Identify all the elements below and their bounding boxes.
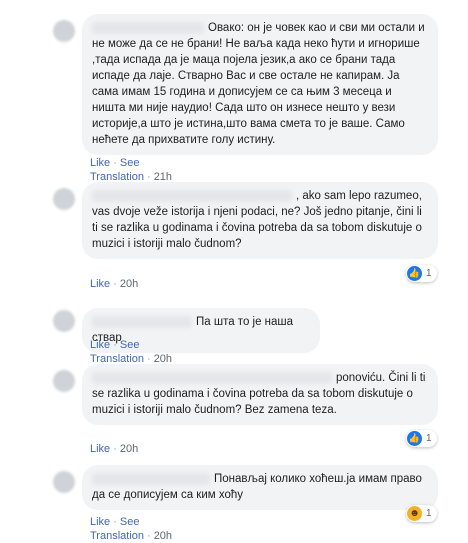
comment-actions: Like · See Translation · 20h (90, 338, 172, 366)
avatar[interactable] (53, 188, 75, 210)
avatar[interactable] (53, 370, 75, 392)
reaction-summary[interactable]: 👍 1 (406, 430, 437, 447)
avatar[interactable] (53, 310, 75, 332)
author-name-redacted[interactable] (92, 315, 192, 328)
reaction-count: 1 (426, 268, 432, 279)
haha-reaction-icon: ☻ (407, 506, 422, 521)
separator: · (113, 278, 117, 290)
like-link[interactable]: Like (90, 157, 110, 169)
reaction-count: 1 (426, 508, 432, 519)
author-name-redacted[interactable] (92, 371, 332, 384)
separator: · (113, 443, 117, 455)
like-reaction-icon: 👍 (407, 266, 422, 281)
author-name-redacted[interactable] (92, 189, 292, 202)
comment-actions: Like · See Translation · 20h (90, 515, 172, 543)
separator: · (147, 530, 151, 542)
timestamp[interactable]: 20h (120, 278, 138, 290)
comment-actions: Like · See Translation · 21h (90, 156, 172, 184)
comment-text: Овако: он је човек као и сви ми остали и… (92, 22, 425, 146)
like-reaction-icon: 👍 (407, 431, 422, 446)
comment-actions: Like · 20h (90, 442, 138, 456)
author-name-redacted[interactable] (92, 21, 204, 34)
like-link[interactable]: Like (90, 443, 110, 455)
comment-bubble: ponoviću. Čini li ti se razlika u godina… (82, 364, 438, 425)
reaction-summary[interactable]: 👍 1 (406, 265, 437, 282)
separator: · (113, 516, 117, 528)
comment-actions: Like · 20h (90, 277, 138, 291)
reaction-summary[interactable]: ☻ 1 (406, 505, 437, 522)
like-link[interactable]: Like (90, 516, 110, 528)
separator: · (113, 339, 117, 351)
timestamp[interactable]: 20h (120, 443, 138, 455)
like-link[interactable]: Like (90, 339, 110, 351)
author-name-redacted[interactable] (92, 472, 210, 485)
timestamp[interactable]: 20h (154, 530, 172, 542)
separator: · (113, 157, 117, 169)
comment-bubble: , ako sam lepo razumeo, vas dvoje veže i… (82, 182, 438, 259)
avatar[interactable] (53, 471, 75, 493)
like-link[interactable]: Like (90, 278, 110, 290)
comment-bubble: Понављај колико хоћеш.ја имам право да с… (82, 465, 438, 510)
avatar[interactable] (53, 20, 75, 42)
reaction-count: 1 (426, 433, 432, 444)
comment-bubble: Овако: он је човек као и сви ми остали и… (82, 14, 438, 155)
